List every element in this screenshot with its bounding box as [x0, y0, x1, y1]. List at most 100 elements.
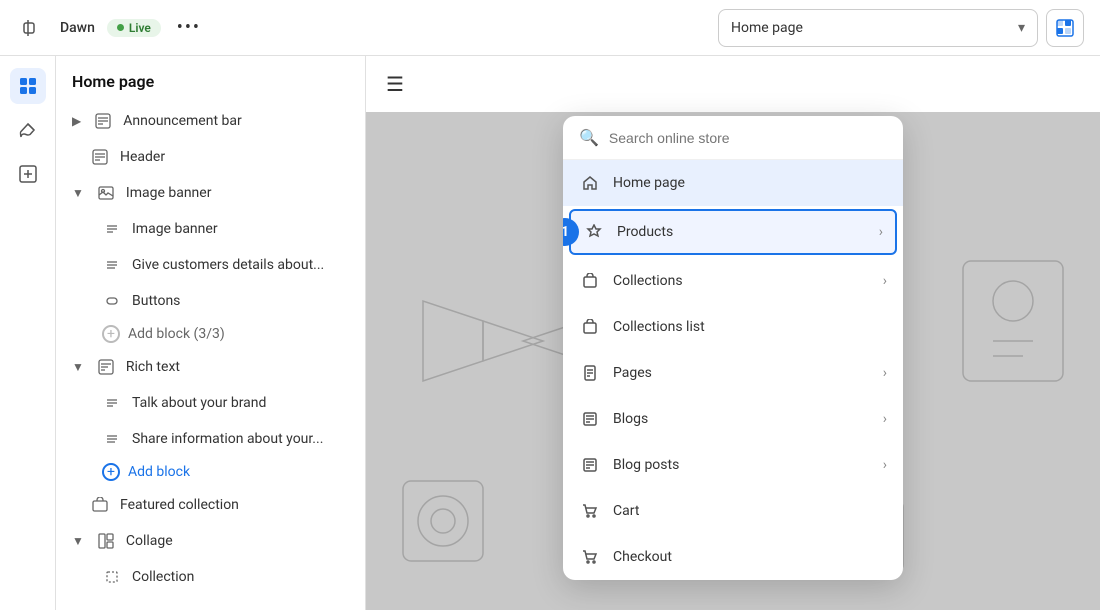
dropdown-item-pages[interactable]: Pages ›	[563, 350, 903, 396]
sidebar-label-collage: Collage	[126, 533, 349, 549]
list-icon	[102, 255, 122, 275]
collections-icon	[579, 270, 601, 292]
dropdown-item-collections[interactable]: Collections ›	[563, 258, 903, 304]
dropdown-label-collections: Collections	[613, 273, 871, 289]
dropdown-label-cart: Cart	[613, 503, 887, 519]
top-bar-left: Dawn Live •••	[16, 12, 706, 44]
products-icon	[583, 221, 605, 243]
preview-area: ☰	[366, 56, 1100, 610]
pages-icon	[579, 362, 601, 384]
dropdown-label-collections-list: Collections list	[613, 319, 887, 335]
dropdown-item-blogs[interactable]: Blogs ›	[563, 396, 903, 442]
add-block-2-label[interactable]: Add block	[128, 464, 190, 480]
expand-arrow-icon: ▶	[72, 114, 81, 128]
blog-posts-chevron-icon: ›	[883, 457, 887, 473]
add-section-icon-btn[interactable]	[10, 156, 46, 192]
search-input[interactable]	[609, 130, 887, 146]
page-selector-text: Home page	[731, 20, 803, 36]
collections-chevron-icon: ›	[883, 273, 887, 289]
dropdown-item-checkout[interactable]: Checkout	[563, 534, 903, 580]
preview-topbar: ☰	[366, 56, 1100, 112]
image-banner-expand-icon: ▼	[72, 186, 84, 200]
sidebar-label-rich-text: Rich text	[126, 359, 349, 375]
icon-sidebar	[0, 56, 56, 610]
dropdown-item-collections-list[interactable]: Collections list	[563, 304, 903, 350]
products-chevron-icon: ›	[879, 224, 883, 240]
collage-expand-icon: ▼	[72, 534, 84, 548]
sidebar-label-header: Header	[120, 149, 349, 165]
dropdown-label-blog-posts: Blog posts	[613, 457, 871, 473]
sidebar-panel: Home page ▶ Announcement bar	[56, 56, 366, 610]
dropdown-label-checkout: Checkout	[613, 549, 887, 565]
sidebar-item-give-customers[interactable]: Give customers details about...	[56, 247, 365, 283]
page-search-dropdown[interactable]: 🔍 Home page 1	[563, 116, 903, 580]
more-button[interactable]: •••	[173, 12, 205, 44]
sidebar-label-give-customers: Give customers details about...	[132, 257, 349, 273]
dropdown-label-home-page: Home page	[613, 175, 887, 191]
sidebar-label-announcement-bar: Announcement bar	[123, 113, 349, 129]
text-icon	[102, 219, 122, 239]
share-info-icon	[102, 429, 122, 449]
dropdown-item-blog-posts[interactable]: Blog posts ›	[563, 442, 903, 488]
blogs-chevron-icon: ›	[883, 411, 887, 427]
top-bar: Dawn Live ••• Home page ▾	[0, 0, 1100, 56]
add-block-2-icon: +	[102, 463, 120, 481]
sidebar-label-collection: Collection	[132, 569, 349, 585]
talk-brand-icon	[102, 393, 122, 413]
add-block-label: Add block (3/3)	[128, 326, 225, 342]
buttons-icon	[102, 291, 122, 311]
sidebar-item-share-info[interactable]: Share information about your...	[56, 421, 365, 457]
collections-list-icon	[579, 316, 601, 338]
sidebar-item-announcement-bar[interactable]: ▶ Announcement bar	[56, 103, 365, 139]
sidebar-item-rich-text[interactable]: ▼ Rich text	[56, 349, 365, 385]
sidebar-item-featured-collection[interactable]: Featured collection	[56, 487, 365, 523]
grid-view-button[interactable]	[1046, 9, 1084, 47]
header-icon	[90, 147, 110, 167]
page-selector[interactable]: Home page ▾	[718, 9, 1038, 47]
layout-icon-btn[interactable]	[10, 68, 46, 104]
sidebar-item-collage[interactable]: ▼ Collage	[56, 523, 365, 559]
image-banner-icon	[96, 183, 116, 203]
dropdown-label-pages: Pages	[613, 365, 871, 381]
search-icon: 🔍	[579, 128, 599, 147]
add-block-button[interactable]: + Add block (3/3)	[56, 319, 365, 349]
add-block-icon: +	[102, 325, 120, 343]
dropdown-item-products[interactable]: Products ›	[569, 209, 897, 255]
dropdown-item-home-page[interactable]: Home page	[563, 160, 903, 206]
sidebar-item-collection[interactable]: Collection	[56, 559, 365, 595]
sidebar-label-image-banner: Image banner	[126, 185, 349, 201]
cart-icon	[579, 500, 601, 522]
dropdown-label-blogs: Blogs	[613, 411, 871, 427]
sidebar-item-image-banner[interactable]: ▼ Image banner	[56, 175, 365, 211]
rich-text-icon	[96, 357, 116, 377]
sidebar-title: Home page	[56, 72, 365, 103]
sidebar-label-featured-collection: Featured collection	[120, 497, 349, 513]
dropdown-item-cart[interactable]: Cart	[563, 488, 903, 534]
top-bar-center: Home page ▾	[718, 9, 1084, 47]
sidebar-label-talk-brand: Talk about your brand	[132, 395, 349, 411]
main-area: Home page ▶ Announcement bar	[0, 56, 1100, 610]
chevron-down-icon: ▾	[1018, 20, 1025, 36]
app-name: Dawn	[60, 20, 95, 36]
back-button[interactable]	[16, 12, 48, 44]
pages-chevron-icon: ›	[883, 365, 887, 381]
collage-icon	[96, 531, 116, 551]
sidebar-label-image-banner-sub: Image banner	[132, 221, 349, 237]
collection-icon	[102, 567, 122, 587]
sidebar-item-buttons[interactable]: Buttons	[56, 283, 365, 319]
blog-posts-icon	[579, 454, 601, 476]
add-block-2-button[interactable]: + Add block	[56, 457, 365, 487]
sidebar-label-buttons: Buttons	[132, 293, 349, 309]
sidebar-item-talk-brand[interactable]: Talk about your brand	[56, 385, 365, 421]
live-badge: Live	[107, 19, 161, 37]
dropdown-label-products: Products	[617, 224, 867, 240]
search-box: 🔍	[563, 116, 903, 160]
hamburger-icon: ☰	[386, 72, 404, 96]
announcement-bar-icon	[93, 111, 113, 131]
brush-icon-btn[interactable]	[10, 112, 46, 148]
checkout-icon	[579, 546, 601, 568]
home-icon	[579, 172, 601, 194]
sidebar-item-header[interactable]: Header	[56, 139, 365, 175]
sidebar-item-image-banner-sub[interactable]: Image banner	[56, 211, 365, 247]
sidebar-label-share-info: Share information about your...	[132, 431, 349, 447]
